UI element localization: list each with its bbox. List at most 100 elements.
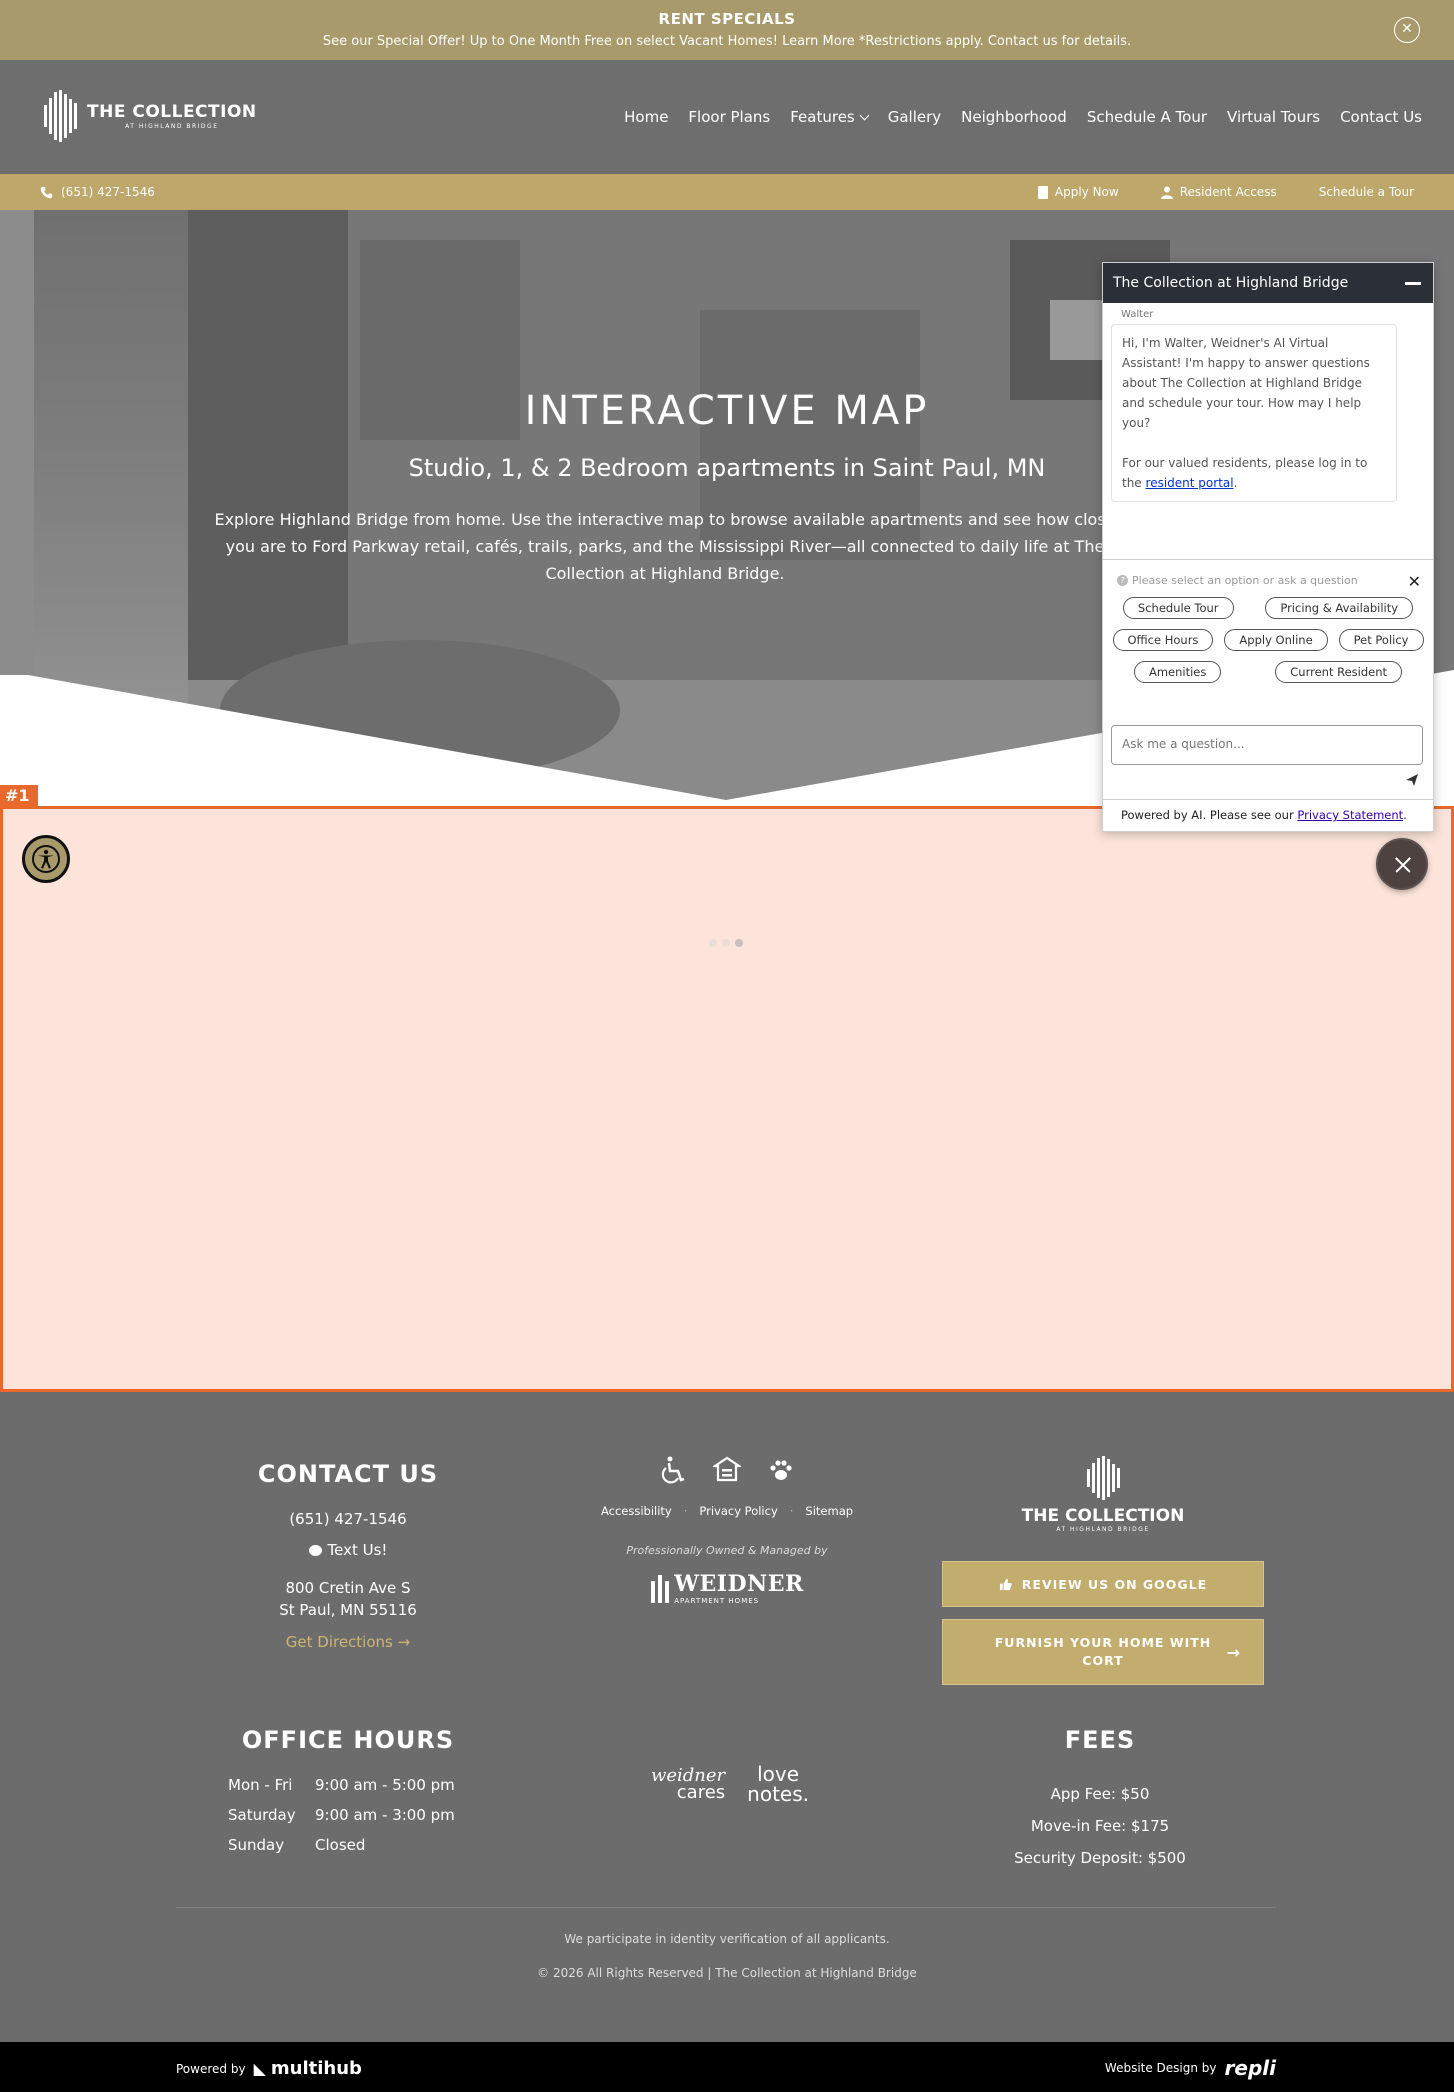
hours-day: Sunday xyxy=(228,1836,285,1854)
address-line-1: 800 Cretin Ave S xyxy=(285,1579,411,1597)
review-google-label: REVIEW US ON GOOGLE xyxy=(1021,1576,1208,1592)
option-apply-online[interactable]: Apply Online xyxy=(1224,629,1328,651)
nav-home[interactable]: Home xyxy=(624,108,668,126)
weidner-logo[interactable]: WEIDNER APARTMENT HOMES xyxy=(560,1571,894,1605)
fee-item: App Fee: $50 xyxy=(1050,1785,1150,1803)
footer-phone[interactable]: (651) 427-1546 xyxy=(248,1510,448,1528)
weidner-cares-logo[interactable]: weidner cares xyxy=(651,1767,726,1803)
hours-row: Sunday Closed xyxy=(228,1836,468,1854)
banner-text[interactable]: See our Special Offer! Up to One Month F… xyxy=(0,34,1454,49)
footer-right: THE COLLECTION AT HIGHLAND BRIDGE REVIEW… xyxy=(942,1456,1264,1685)
multihub-wordmark: multihub xyxy=(270,2058,362,2079)
chat-close-button[interactable] xyxy=(1376,838,1428,890)
hero-description: Explore Highland Bridge from home. Use t… xyxy=(214,510,1116,583)
interactive-map-area[interactable] xyxy=(0,806,1454,1392)
utility-phone[interactable]: (651) 427-1546 xyxy=(40,185,155,199)
schedule-tour-link[interactable]: Schedule a Tour xyxy=(1319,185,1414,199)
chat-message-resident: For our valued residents, please log in … xyxy=(1122,456,1368,490)
close-icon[interactable]: ✕ xyxy=(1394,17,1420,43)
bottom-bar: Powered by ◣ multihub Website Design by r… xyxy=(0,2042,1454,2092)
footer-logo-subtitle: AT HIGHLAND BRIDGE xyxy=(1056,1526,1150,1533)
nav-features-label: Features xyxy=(790,108,855,126)
resident-portal-link[interactable]: resident portal xyxy=(1146,476,1234,490)
cort-button[interactable]: FURNISH YOUR HOME WITH CORT → xyxy=(942,1619,1264,1685)
accessibility-link[interactable]: Accessibility xyxy=(601,1504,672,1518)
sitemap-link[interactable]: Sitemap xyxy=(805,1504,853,1518)
footer-center: Accessibility · Privacy Policy · Sitemap… xyxy=(560,1456,894,1605)
chat-sender-name: Walter xyxy=(1121,309,1154,320)
identity-verification-note: We participate in identity verification … xyxy=(564,1932,890,1946)
design-by-label: Website Design by xyxy=(1104,2061,1217,2075)
footer-logo-title: THE COLLECTION xyxy=(1021,1506,1185,1526)
arrow-right-icon: → xyxy=(397,1633,411,1651)
repli-logo: repli xyxy=(1224,2056,1276,2080)
site-logo[interactable]: THE COLLECTION AT HIGHLAND BRIDGE xyxy=(44,90,257,142)
footer-logo[interactable]: THE COLLECTION AT HIGHLAND BRIDGE xyxy=(942,1456,1264,1533)
hours-time: 9:00 am - 3:00 pm xyxy=(315,1806,455,1824)
chat-input[interactable]: Ask me a question... xyxy=(1111,725,1423,765)
option-office-hours[interactable]: Office Hours xyxy=(1112,629,1214,651)
banner-title: RENT SPECIALS xyxy=(658,10,796,28)
option-pricing[interactable]: Pricing & Availability xyxy=(1265,597,1414,619)
apply-now-label: Apply Now xyxy=(1054,185,1119,199)
hours-row: Saturday 9:00 am - 3:00 pm xyxy=(228,1806,468,1824)
office-hours-heading: OFFICE HOURS xyxy=(241,1726,455,1754)
link-separator: · xyxy=(683,1504,688,1518)
footer-office-hours: OFFICE HOURS Mon - Fri 9:00 am - 5:00 pm … xyxy=(228,1726,468,1866)
minimize-icon[interactable] xyxy=(1405,282,1421,285)
chat-footer-text: Powered by AI. Please see our xyxy=(1121,808,1294,822)
contact-heading: CONTACT US xyxy=(257,1460,439,1488)
chat-message-text: Hi, I'm Walter, Weidner's AI Virtual Ass… xyxy=(1122,336,1370,430)
weidner-subtitle: APARTMENT HOMES xyxy=(674,1597,760,1605)
utility-phone-number: (651) 427-1546 xyxy=(61,185,155,199)
hours-time: Closed xyxy=(315,1836,366,1854)
powered-by[interactable]: Powered by ◣ multihub xyxy=(176,2058,362,2079)
nav-gallery[interactable]: Gallery xyxy=(888,108,941,126)
option-current-resident[interactable]: Current Resident xyxy=(1275,661,1403,683)
privacy-policy-link[interactable]: Privacy Policy xyxy=(699,1504,777,1518)
nav-neighborhood[interactable]: Neighborhood xyxy=(961,108,1067,126)
footer-contact: CONTACT US (651) 427-1546 Text Us! 800 C… xyxy=(248,1460,448,1651)
apply-now-link[interactable]: Apply Now xyxy=(1037,185,1119,199)
hours-time: 9:00 am - 5:00 pm xyxy=(315,1776,455,1794)
arrow-right-icon: → xyxy=(1226,1643,1241,1662)
site-footer: CONTACT US (651) 427-1546 Text Us! 800 C… xyxy=(0,1392,1454,2042)
accessibility-figure-icon xyxy=(32,845,60,873)
privacy-statement-link[interactable]: Privacy Statement xyxy=(1297,808,1403,822)
logo-title: THE COLLECTION xyxy=(87,102,257,122)
chat-header: The Collection at Highland Bridge xyxy=(1103,263,1433,303)
accessibility-icon[interactable] xyxy=(22,835,70,883)
love-notes-logo[interactable]: love notes. xyxy=(747,1764,809,1804)
phone-icon xyxy=(40,186,53,198)
fee-item: Move-in Fee: $175 xyxy=(1030,1817,1170,1835)
option-pet-policy[interactable]: Pet Policy xyxy=(1338,629,1424,651)
close-icon[interactable]: ✕ xyxy=(1408,572,1421,591)
loading-indicator xyxy=(709,939,743,947)
option-schedule-tour[interactable]: Schedule Tour xyxy=(1122,597,1234,619)
get-directions-label: Get Directions xyxy=(285,1633,393,1651)
love-notes-line-1: love xyxy=(757,1762,800,1786)
chat-widget: The Collection at Highland Bridge Walter… xyxy=(1102,262,1434,832)
hours-day: Saturday xyxy=(228,1806,296,1824)
managed-by-text: Professionally Owned & Managed by xyxy=(626,1544,828,1557)
resident-access-link[interactable]: Resident Access xyxy=(1160,185,1277,199)
get-directions-link[interactable]: Get Directions → xyxy=(248,1633,448,1651)
nav-contact-us[interactable]: Contact Us xyxy=(1340,108,1422,126)
resident-access-label: Resident Access xyxy=(1179,185,1277,199)
document-icon xyxy=(1037,185,1048,199)
option-amenities[interactable]: Amenities xyxy=(1133,661,1222,683)
nav-features[interactable]: Features xyxy=(790,108,870,126)
review-google-button[interactable]: REVIEW US ON GOOGLE xyxy=(942,1561,1264,1607)
rent-specials-banner: RENT SPECIALS See our Special Offer! Up … xyxy=(0,0,1454,60)
text-us-link[interactable]: Text Us! xyxy=(248,1541,448,1559)
nav-floor-plans[interactable]: Floor Plans xyxy=(688,108,770,126)
website-design-by[interactable]: Website Design by repli xyxy=(1105,2056,1276,2080)
fees-heading: FEES xyxy=(1064,1726,1136,1754)
logo-mark xyxy=(44,90,77,142)
wheelchair-icon xyxy=(661,1456,685,1484)
send-icon[interactable] xyxy=(1405,773,1419,787)
weidner-cares-line-2: cares xyxy=(676,1782,726,1803)
nav-schedule-tour[interactable]: Schedule A Tour xyxy=(1087,108,1207,126)
utility-bar: (651) 427-1546 Apply Now Resident Access… xyxy=(0,174,1454,210)
nav-virtual-tours[interactable]: Virtual Tours xyxy=(1227,108,1320,126)
